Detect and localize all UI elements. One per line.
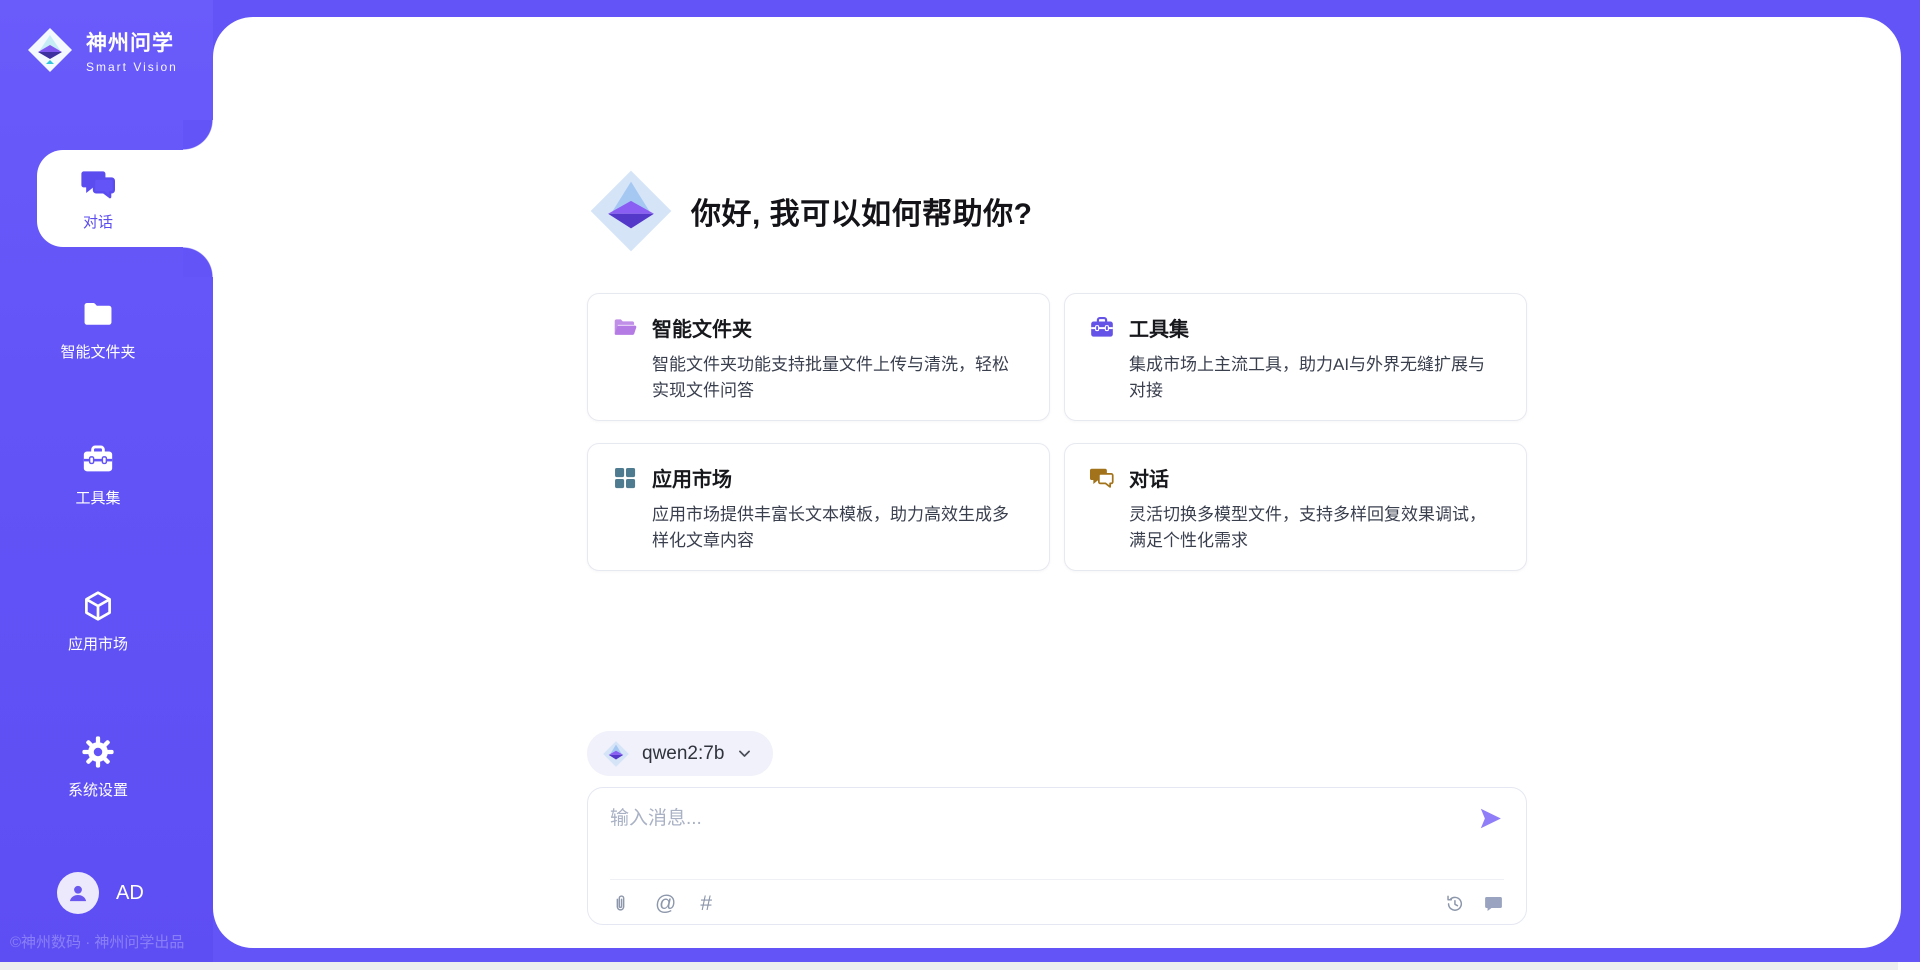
briefcase-icon [81,443,115,477]
folder-icon [81,297,115,331]
model-diamond-icon [602,740,630,768]
card-chat[interactable]: 对话 灵活切换多模型文件，支持多样回复效果调试，满足个性化需求 [1064,443,1527,571]
history-button[interactable] [1444,893,1465,914]
card-title: 工具集 [1129,313,1189,342]
topic-button[interactable]: # [700,893,712,914]
mention-button[interactable]: @ [655,893,676,914]
card-title: 应用市场 [652,463,732,492]
card-smart-folder[interactable]: 智能文件夹 智能文件夹功能支持批量文件上传与清洗，轻松实现文件问答 [587,293,1050,421]
feedback-button[interactable] [1483,893,1504,914]
person-icon [65,880,91,906]
main-panel: 你好, 我可以如何帮助你? 智能文件夹 智能文件夹功能支持批量文件上传与清洗，轻… [213,17,1901,948]
send-icon [1477,805,1504,832]
message-input[interactable] [610,803,1477,830]
grid-icon [612,465,638,491]
cube-icon [81,589,115,623]
user-profile[interactable]: AD [57,872,144,914]
card-toolset[interactable]: 工具集 集成市场上主流工具，助力AI与外界无缝扩展与对接 [1064,293,1527,421]
chat-icon [1089,465,1115,491]
app-logo: 神州问学 Smart Vision [26,26,178,74]
greeting-row: 你好, 我可以如何帮助你? [587,167,1527,255]
card-description: 灵活切换多模型文件，支持多样回复效果调试，满足个性化需求 [1129,502,1502,554]
model-selector[interactable]: qwen2:7b [587,731,773,776]
card-title: 对话 [1129,463,1169,492]
user-name: AD [116,882,144,905]
card-title: 智能文件夹 [652,313,752,342]
assistant-diamond-icon [587,167,675,255]
brand-diamond-icon [26,26,74,74]
sidebar-item-label: 应用市场 [68,633,128,654]
sidebar-item-toolset[interactable]: 工具集 [0,443,196,508]
attach-file-button[interactable] [610,893,631,914]
feature-cards: 智能文件夹 智能文件夹功能支持批量文件上传与清洗，轻松实现文件问答 工具集 集成… [587,293,1527,571]
app-subtitle: Smart Vision [86,60,178,74]
card-app-market[interactable]: 应用市场 应用市场提供丰富长文本模板，助力高效生成多样化文章内容 [587,443,1050,571]
sidebar-item-label: 系统设置 [68,779,128,800]
model-name: qwen2:7b [642,743,724,765]
app-title: 神州问学 [86,27,178,57]
card-description: 集成市场上主流工具，助力AI与外界无缝扩展与对接 [1129,352,1502,404]
tab-curve-top [183,120,213,150]
paperclip-icon [610,893,631,914]
sidebar-item-chat[interactable]: 对话 [37,150,213,247]
avatar [57,872,99,914]
horizontal-scrollbar[interactable] [0,962,1920,970]
sidebar-item-label: 智能文件夹 [60,341,135,362]
history-clock-icon [1444,893,1465,914]
sidebar-item-smart-folder[interactable]: 智能文件夹 [0,297,196,362]
sidebar-item-settings[interactable]: 系统设置 [0,735,196,800]
hash-icon: # [700,893,712,914]
gear-icon [81,735,115,769]
greeting-title: 你好, 我可以如何帮助你? [691,189,1033,233]
card-description: 智能文件夹功能支持批量文件上传与清洗，轻松实现文件问答 [652,352,1025,404]
briefcase-icon [1089,315,1115,341]
at-sign-icon: @ [655,893,676,914]
chevron-down-icon [736,745,753,762]
folder-open-icon [612,315,638,341]
copyright-text: ©神州数码 · 神州问学出品 [10,931,184,952]
message-composer: @ # [587,787,1527,925]
send-button[interactable] [1477,805,1504,835]
chat-icon [80,166,117,203]
sidebar-item-label: 工具集 [75,487,120,508]
composer-toolbar: @ # [610,880,1504,914]
chat-bubble-icon [1483,893,1504,914]
tab-curve-bottom [183,247,213,277]
sidebar-item-label: 对话 [83,211,113,232]
sidebar-item-app-market[interactable]: 应用市场 [0,589,196,654]
sidebar: 神州问学 Smart Vision 对话 智能文件夹 工具集 应用市场 [0,0,213,970]
card-description: 应用市场提供丰富长文本模板，助力高效生成多样化文章内容 [652,502,1025,554]
